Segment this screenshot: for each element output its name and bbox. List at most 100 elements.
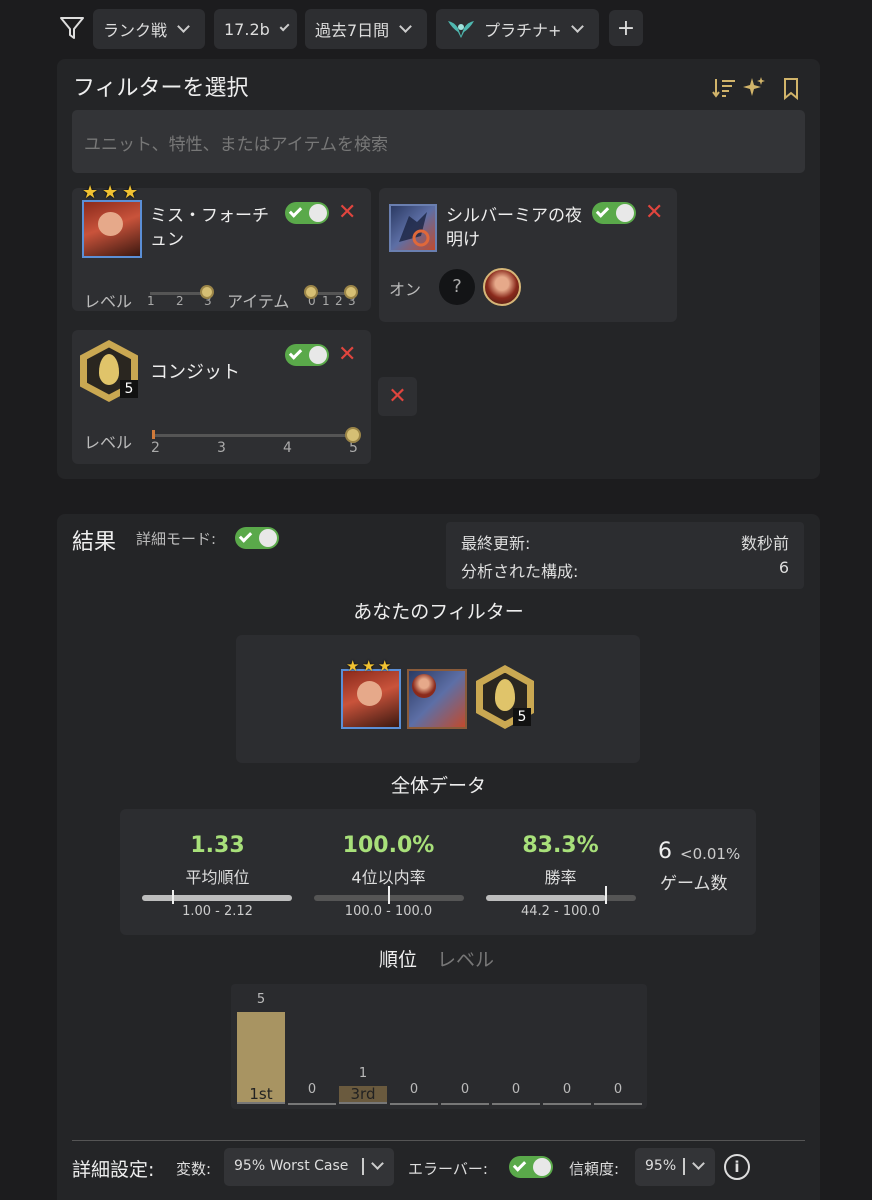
overall-title: 全体データ bbox=[390, 775, 486, 797]
item-label: アイテム bbox=[227, 292, 290, 311]
remove-filter-button[interactable]: ✕ bbox=[338, 344, 356, 366]
check-icon bbox=[595, 204, 610, 218]
detail-mode-toggle[interactable] bbox=[235, 527, 279, 549]
period-select-label: 過去7日間 bbox=[315, 21, 390, 40]
stats-box: 1.33 平均順位 1.00 - 2.12 100.0% 4位以内率 100.0… bbox=[120, 809, 756, 935]
patch-select[interactable]: 17.2b bbox=[214, 9, 297, 49]
errorbar-toggle[interactable] bbox=[509, 1156, 553, 1178]
bar-value-label: 1 bbox=[358, 1066, 368, 1081]
search-input[interactable]: ユニット、特性、またはアイテムを検索 bbox=[72, 110, 805, 173]
win-rate-fill bbox=[486, 895, 606, 901]
mode-select[interactable]: ランク戦 bbox=[93, 9, 205, 49]
trait-count-badge: 5 bbox=[513, 708, 531, 726]
item-tick: 1 bbox=[322, 294, 330, 308]
miss-fortune-mini-portrait bbox=[412, 674, 436, 698]
unknown-unit-button[interactable]: ? bbox=[439, 269, 475, 305]
filter-panel: フィルターを選択 ユニット、特性、またはアイテムを検索 ★ ★ ★ ミス・フォー… bbox=[57, 59, 820, 479]
miss-fortune-portrait bbox=[82, 200, 142, 258]
remove-filter-button[interactable]: ✕ bbox=[338, 202, 356, 224]
variable-select[interactable]: 95% Worst Case bbox=[224, 1148, 394, 1186]
chevron-down-icon bbox=[692, 1157, 705, 1170]
level-tick: 2 bbox=[176, 294, 184, 308]
avg-placement-range: 1.00 - 2.12 bbox=[182, 904, 253, 919]
miss-fortune-mini-portrait[interactable] bbox=[483, 268, 521, 306]
filter-icon[interactable] bbox=[58, 14, 86, 42]
check-icon bbox=[288, 204, 303, 218]
results-panel: 結果 詳細モード: 最終更新: 数秒前 分析された構成: 6 あなたのフィルター… bbox=[57, 514, 820, 1200]
level-label: レベル bbox=[84, 433, 133, 452]
level-slider-handle[interactable] bbox=[345, 427, 361, 443]
win-rate-marker bbox=[605, 886, 607, 904]
trait-count-badge: 5 bbox=[120, 380, 138, 398]
mode-select-label: ランク戦 bbox=[103, 21, 168, 40]
sort-icon[interactable] bbox=[711, 76, 737, 100]
item-slider-handle-min[interactable] bbox=[304, 285, 318, 299]
select-separator bbox=[683, 1158, 685, 1175]
level-label: レベル bbox=[84, 292, 133, 311]
filter-card-conduit[interactable]: 5 コンジット ✕ レベル 2 3 4 5 bbox=[72, 330, 371, 464]
enable-toggle[interactable] bbox=[592, 202, 636, 224]
bar-value-label: 0 bbox=[613, 1082, 623, 1097]
last-updated-value: 数秒前 bbox=[740, 534, 789, 553]
filter-card-miss-fortune[interactable]: ★ ★ ★ ミス・フォーチュン ✕ レベル 1 2 3 アイテム 0 1 2 3 bbox=[72, 182, 371, 311]
level-tick: 4 bbox=[283, 440, 292, 456]
analyzed-value: 6 bbox=[778, 558, 789, 577]
rank-select[interactable]: プラチナ+ bbox=[436, 9, 599, 49]
star-icon: ★ bbox=[82, 182, 99, 203]
on-label: オン bbox=[389, 280, 422, 299]
tab-placement[interactable]: 順位 bbox=[379, 945, 417, 972]
avg-placement-bar bbox=[142, 895, 292, 901]
confidence-select-value: 95% bbox=[645, 1158, 677, 1174]
check-icon bbox=[238, 529, 253, 543]
win-rate-value: 83.3% bbox=[522, 833, 599, 858]
bookmark-icon[interactable] bbox=[781, 77, 801, 101]
tab-level[interactable]: レベル bbox=[437, 945, 494, 972]
avg-placement-label: 平均順位 bbox=[185, 868, 250, 887]
star-icon: ★ bbox=[362, 657, 376, 675]
settings-divider bbox=[72, 1140, 805, 1141]
remove-group-button[interactable]: ✕ bbox=[378, 377, 417, 416]
add-filter-button[interactable]: + bbox=[609, 10, 643, 46]
placement-bar bbox=[492, 1103, 540, 1105]
chevron-down-icon bbox=[399, 20, 413, 33]
filter-card-silvermere-dawn[interactable]: シルバーミアの夜明け ✕ オン ? bbox=[379, 188, 677, 322]
bar-value-label: 0 bbox=[460, 1082, 470, 1097]
silvermere-dawn-item-icon bbox=[389, 204, 437, 252]
variable-select-value: 95% Worst Case bbox=[234, 1158, 349, 1174]
level-tick: 2 bbox=[151, 440, 160, 456]
trait-name: コンジット bbox=[150, 362, 240, 383]
star-icon: ★ bbox=[378, 657, 392, 675]
enable-toggle[interactable] bbox=[285, 202, 329, 224]
last-updated-label: 最終更新: bbox=[461, 534, 531, 553]
check-icon bbox=[288, 346, 303, 360]
period-select[interactable]: 過去7日間 bbox=[305, 9, 427, 49]
level-slider[interactable] bbox=[154, 434, 352, 437]
toggle-knob bbox=[533, 1158, 551, 1176]
level-slider-handle[interactable] bbox=[200, 285, 214, 299]
star-icon: ★ bbox=[346, 657, 360, 675]
confidence-select[interactable]: 95% bbox=[635, 1148, 715, 1186]
level-tick: 3 bbox=[217, 440, 226, 456]
placement-bar bbox=[441, 1103, 489, 1105]
placement-bar bbox=[390, 1103, 438, 1105]
sparkle-icon[interactable] bbox=[741, 75, 767, 101]
placement-bar bbox=[543, 1103, 591, 1105]
remove-filter-button[interactable]: ✕ bbox=[645, 202, 663, 224]
games-label: ゲーム数 bbox=[660, 874, 728, 894]
update-info-box: 最終更新: 数秒前 分析された構成: 6 bbox=[446, 522, 804, 589]
confidence-label: 信頼度: bbox=[569, 1160, 620, 1178]
item-name: シルバーミアの夜明け bbox=[446, 206, 582, 250]
info-icon[interactable]: i bbox=[724, 1154, 750, 1180]
select-separator bbox=[362, 1158, 364, 1175]
enable-toggle[interactable] bbox=[285, 344, 329, 366]
bar-category-label: 3rd bbox=[350, 1085, 376, 1103]
placement-bars: 5 1st 0 1 3rd 0 0 0 0 0 bbox=[231, 984, 647, 1109]
toggle-knob bbox=[259, 529, 277, 547]
toggle-knob bbox=[616, 204, 634, 222]
analyzed-label: 分析された構成: bbox=[461, 562, 579, 581]
toggle-knob bbox=[309, 346, 327, 364]
games-count: 6 bbox=[658, 839, 672, 864]
bar-category-label: 1st bbox=[249, 1085, 273, 1103]
item-slider-handle-max[interactable] bbox=[344, 285, 358, 299]
bar-value-label: 5 bbox=[256, 992, 266, 1007]
